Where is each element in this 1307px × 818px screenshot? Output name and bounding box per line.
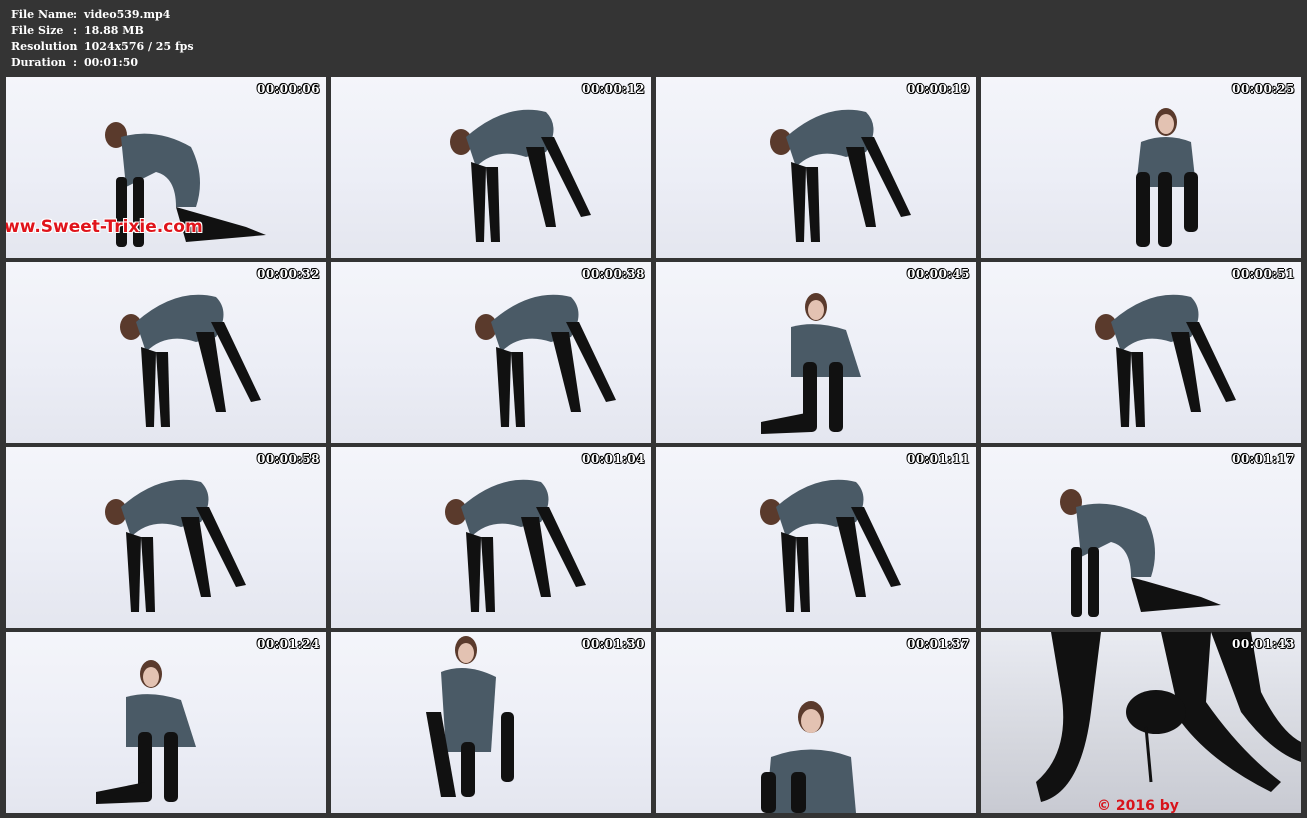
thumbnail-frame: 00:00:51: [981, 262, 1301, 443]
thumbnail-frame: 00:01:17: [981, 447, 1301, 628]
frame-image: [1060, 489, 1221, 617]
thumbnail-frame: 00:01:30: [331, 632, 651, 813]
frame-timestamp: 00:01:30: [582, 637, 645, 651]
thumbnail-frame: 00:00:32: [6, 262, 326, 443]
thumbnail-frame: 00:01:04: [331, 447, 651, 628]
copyright-text: © 2016 by: [1097, 798, 1179, 813]
frame-timestamp: 00:00:58: [257, 452, 320, 466]
file-name-row: File Name : video539.mp4: [11, 7, 194, 23]
resolution-label: Resolution: [11, 40, 78, 53]
thumbnail-frame: 00:00:12: [331, 77, 651, 258]
duration-row: Duration : 00:01:50: [11, 55, 194, 71]
thumbnail-frame: 00:00:38: [331, 262, 651, 443]
separator: :: [73, 24, 78, 37]
watermark-text: ww.Sweet-Trixie.com: [6, 217, 203, 237]
thumbnail-grid: 00:00:06 ww.Sweet-Trixie.com 00:00:12 00:00…: [6, 77, 1301, 813]
thumbnail-frame: 00:00:06 ww.Sweet-Trixie.com: [6, 77, 326, 258]
frame-image: [105, 479, 246, 612]
duration-value: 00:01:50: [84, 56, 139, 69]
duration-label: Duration: [11, 56, 67, 69]
file-size-row: File Size : 18.88 MB: [11, 23, 194, 39]
frame-image: [1036, 632, 1301, 802]
frame-timestamp: 00:01:11: [907, 452, 970, 466]
separator: :: [73, 56, 78, 69]
thumbnail-frame: 00:01:11: [656, 447, 976, 628]
frame-image: [761, 293, 861, 434]
frame-image: [475, 294, 616, 427]
file-size-value: 18.88 MB: [84, 24, 144, 37]
frame-timestamp: 00:00:25: [1232, 82, 1295, 96]
frame-timestamp: 00:01:43: [1232, 637, 1295, 651]
file-info-panel: File Name : video539.mp4 File Size : 18.…: [11, 7, 194, 71]
thumbnail-frame: 00:00:19: [656, 77, 976, 258]
frame-image: [426, 636, 514, 797]
frame-timestamp: 00:00:51: [1232, 267, 1295, 281]
frame-timestamp: 00:00:38: [582, 267, 645, 281]
frame-image: [1095, 294, 1236, 427]
frame-timestamp: 00:00:32: [257, 267, 320, 281]
thumbnail-frame: 00:00:45: [656, 262, 976, 443]
frame-image: [445, 479, 586, 612]
file-name-value: video539.mp4: [84, 8, 171, 21]
thumbnail-frame: 00:01:43 © 2016 by: [981, 632, 1301, 813]
thumbnail-frame: 00:00:25: [981, 77, 1301, 258]
frame-image: [450, 109, 591, 242]
frame-image: [770, 109, 911, 242]
frame-timestamp: 00:00:45: [907, 267, 970, 281]
frame-image: [761, 701, 856, 813]
resolution-value: 1024x576 / 25 fps: [84, 40, 194, 53]
separator: :: [73, 40, 78, 53]
frame-image: [120, 294, 261, 427]
frame-timestamp: 00:00:19: [907, 82, 970, 96]
frame-image: [760, 479, 901, 612]
thumbnail-frame: 00:00:58: [6, 447, 326, 628]
thumbnail-frame: 00:01:24: [6, 632, 326, 813]
frame-timestamp: 00:00:06: [257, 82, 320, 96]
frame-timestamp: 00:01:04: [582, 452, 645, 466]
frame-timestamp: 00:01:24: [257, 637, 320, 651]
frame-image: [1136, 108, 1198, 247]
thumbnail-frame: 00:01:37: [656, 632, 976, 813]
resolution-row: Resolution : 1024x576 / 25 fps: [11, 39, 194, 55]
frame-image: [96, 660, 196, 804]
file-size-label: File Size: [11, 24, 64, 37]
frame-timestamp: 00:00:12: [582, 82, 645, 96]
separator: :: [73, 8, 78, 21]
frame-timestamp: 00:01:37: [907, 637, 970, 651]
file-name-label: File Name: [11, 8, 74, 21]
frame-timestamp: 00:01:17: [1232, 452, 1295, 466]
